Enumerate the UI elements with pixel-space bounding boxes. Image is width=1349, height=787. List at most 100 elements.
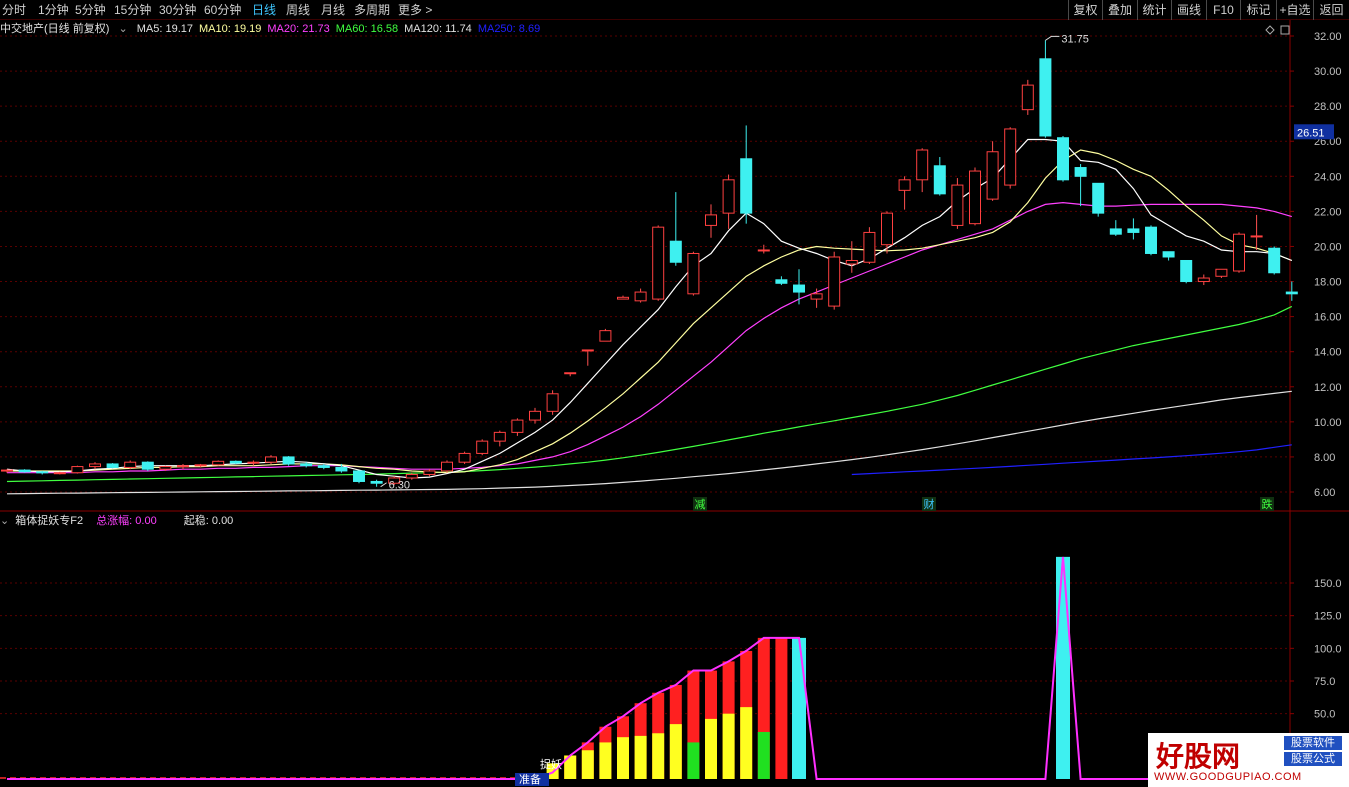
candle-body [1109, 228, 1122, 235]
candle-body [722, 179, 735, 214]
kline-chart[interactable]: 32.0030.0028.0026.0024.0022.0020.0018.00… [0, 0, 1349, 787]
price-tick-label: 6.00 [1314, 487, 1335, 499]
indicator-tick-label: 150.0 [1314, 578, 1342, 590]
indicator-inner-bar [617, 737, 629, 779]
indicator-inner-bar [740, 707, 753, 779]
candle-body [405, 473, 418, 479]
candle-body [1180, 259, 1193, 283]
candle-body [810, 293, 823, 300]
indicator-bar [792, 637, 806, 779]
price-axis: 32.0030.0028.0026.0024.0022.0020.0018.00… [0, 31, 1342, 499]
price-tick-label: 22.00 [1314, 206, 1342, 218]
candle-body [282, 456, 295, 465]
candle-body [53, 472, 66, 475]
candle-body [1197, 277, 1210, 283]
indicator-inner-bar [581, 750, 594, 779]
candle-body [265, 456, 277, 463]
price-tick-label: 10.00 [1314, 417, 1342, 429]
candle-body [775, 279, 788, 284]
indicator-inner-bar [599, 742, 612, 779]
indicator-tick-label: 100.0 [1314, 643, 1342, 655]
candle-body [669, 240, 682, 263]
candle-body [229, 460, 242, 464]
indicator-bar [1056, 556, 1070, 779]
candle-body [1215, 268, 1228, 277]
watermark-tag2: 股票公式 [1284, 752, 1342, 766]
candle-body [493, 431, 506, 442]
candle-body [1250, 235, 1263, 238]
candle-body [458, 452, 471, 463]
candle-body [335, 466, 348, 472]
current-price-label: 26.51 [1297, 127, 1325, 139]
candle-body [194, 464, 207, 467]
high-annotation: 31.75 [1061, 33, 1089, 45]
candle-body [317, 465, 330, 468]
candle-body [881, 212, 893, 246]
candle-body [986, 151, 999, 200]
candle-body [353, 470, 365, 482]
indicator-tick-label: 75.0 [1314, 676, 1335, 688]
high-pointer [1045, 35, 1060, 41]
candle-body [1021, 84, 1034, 111]
candle-body [89, 463, 101, 468]
bar-label-catch: 捉妖 [540, 757, 562, 771]
indicator-tick-label: 50.0 [1314, 709, 1335, 721]
indicator-inner-bar [634, 735, 647, 779]
price-tick-label: 12.00 [1314, 382, 1342, 394]
candle-body [705, 214, 717, 226]
low-annotation: 6.30 [389, 480, 410, 492]
candle-body [546, 393, 559, 412]
price-tick-label: 8.00 [1314, 452, 1335, 464]
bar-label-ready: 准备 [519, 772, 541, 786]
candle-body [828, 256, 841, 307]
candle-body [1, 469, 13, 472]
candle-body [916, 149, 929, 181]
candle-body [933, 165, 946, 195]
candle-body [1074, 167, 1087, 177]
indicator-inner-bar [757, 731, 770, 779]
candle-body [652, 226, 665, 300]
candle-body [124, 461, 137, 468]
candle-body [441, 461, 453, 472]
ma250-line [851, 444, 1292, 476]
indicator-inner-bar [722, 713, 735, 779]
candle-body [300, 463, 313, 467]
ma60-line [6, 305, 1293, 483]
signal-label-0: 减 [695, 498, 706, 511]
price-tick-label: 16.00 [1314, 312, 1342, 324]
candle-body [951, 184, 964, 226]
candle-body [106, 463, 119, 468]
price-tick-label: 24.00 [1314, 171, 1342, 183]
candle-body [247, 461, 260, 464]
candle-body [141, 461, 154, 470]
candle-body [617, 296, 629, 300]
price-tick-label: 28.00 [1314, 101, 1342, 113]
candle-body [634, 291, 647, 302]
candle-body [529, 410, 541, 421]
candle-body [1285, 291, 1298, 295]
indicator-inner-bar [687, 742, 700, 779]
indicator-bars [546, 556, 1070, 779]
ma120-line [6, 390, 1292, 495]
watermark-logo: 好股网 股票软件 股票公式 WWW.GOODGUPIAO.COM [1148, 733, 1349, 787]
candle-body [1057, 137, 1069, 181]
price-tick-label: 32.00 [1314, 31, 1342, 43]
diamond-icon [1265, 25, 1275, 35]
candle-body [71, 466, 84, 474]
candle-body [36, 471, 49, 474]
candle-body [1268, 247, 1281, 274]
candle-body [1039, 58, 1052, 137]
indicator-inner-bar [669, 724, 682, 779]
indicator-envelope-line [7, 556, 1292, 780]
candle-body [476, 440, 489, 454]
indicator-inner-bar [705, 718, 717, 779]
candle-body [212, 460, 225, 466]
candles [1, 40, 1298, 487]
candle-body [159, 466, 172, 470]
candle-body [18, 469, 31, 473]
candle-body [1092, 182, 1105, 214]
price-tick-label: 14.00 [1314, 347, 1342, 359]
candle-body [1162, 251, 1175, 258]
watermark-url: WWW.GOODGUPIAO.COM [1154, 771, 1302, 783]
candle-body [423, 470, 436, 475]
